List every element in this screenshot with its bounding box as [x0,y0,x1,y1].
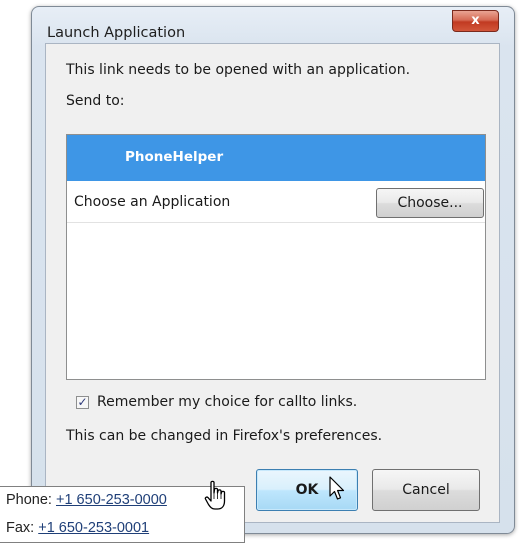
remember-choice-checkbox[interactable]: ✓ [76,396,89,409]
choose-button[interactable]: Choose... [376,188,484,218]
close-icon: x [471,13,480,28]
list-item-label: PhoneHelper [125,149,224,165]
launch-application-dialog: Launch Application x This link needs to … [31,6,515,534]
dialog-title: Launch Application [47,25,186,41]
arrow-cursor-icon [329,476,345,500]
fax-link[interactable]: +1 650-253-0001 [38,520,149,536]
remember-choice-label[interactable]: Remember my choice for callto links. [97,394,357,410]
checkbox-check-icon: ✓ [77,395,88,409]
dialog-message: This link needs to be opened with an app… [66,62,411,78]
preferences-note: This can be changed in Firefox's prefere… [66,428,383,444]
send-to-label: Send to: [66,93,125,109]
phone-label: Phone: [6,492,52,508]
phone-row: Phone: +1 650-253-0000 [6,492,167,508]
list-item-label: Choose an Application [74,194,231,210]
hand-cursor-icon [204,480,226,510]
fax-label: Fax: [6,520,35,536]
close-button[interactable]: x [452,10,499,32]
list-item-phonehelper[interactable]: PhoneHelper [67,135,485,181]
fax-row: Fax: +1 650-253-0001 [6,520,149,536]
dialog-content: This link needs to be opened with an app… [45,43,500,523]
cancel-button[interactable]: Cancel [372,469,480,511]
list-item-choose-application[interactable]: Choose an Application Choose... [67,181,485,223]
application-list[interactable]: PhoneHelper Choose an Application Choose… [66,134,486,380]
phone-link[interactable]: +1 650-253-0000 [56,492,167,508]
